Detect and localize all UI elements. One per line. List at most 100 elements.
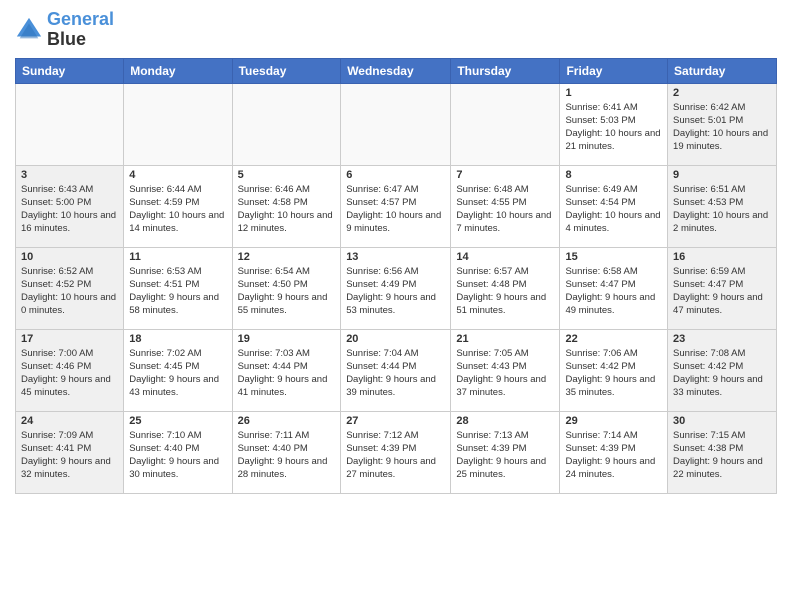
calendar-day-cell: 29 Sunrise: 7:14 AM Sunset: 4:39 PM Dayli…	[560, 411, 668, 493]
day-number: 30	[673, 415, 771, 427]
day-number: 1	[565, 87, 662, 99]
day-number: 9	[673, 169, 771, 181]
header: General Blue	[15, 10, 777, 50]
day-number: 5	[238, 169, 336, 181]
day-number: 17	[21, 333, 118, 345]
calendar-day-cell: 4 Sunrise: 6:44 AM Sunset: 4:59 PM Daylig…	[124, 165, 232, 247]
calendar-day-cell: 6 Sunrise: 6:47 AM Sunset: 4:57 PM Daylig…	[341, 165, 451, 247]
calendar-week-row: 17 Sunrise: 7:00 AM Sunset: 4:46 PM Dayli…	[16, 329, 777, 411]
calendar-day-cell: 10Sunrise: 6:52 AM Sunset: 4:52 PM Dayli…	[16, 247, 124, 329]
calendar-day-cell: 3 Sunrise: 6:43 AM Sunset: 5:00 PM Daylig…	[16, 165, 124, 247]
day-info: Sunrise: 7:14 AM Sunset: 4:39 PM Dayligh…	[565, 429, 662, 482]
main-container: General Blue SundayMondayTuesdayWednesda…	[0, 0, 792, 504]
day-info: Sunrise: 7:15 AM Sunset: 4:38 PM Dayligh…	[673, 429, 771, 482]
calendar-day-cell: 2 Sunrise: 6:42 AM Sunset: 5:01 PM Daylig…	[668, 83, 777, 165]
day-info: Sunrise: 6:54 AM Sunset: 4:50 PM Dayligh…	[238, 265, 336, 318]
day-info: Sunrise: 6:48 AM Sunset: 4:55 PM Dayligh…	[456, 183, 554, 236]
day-number: 21	[456, 333, 554, 345]
calendar-day-cell: 14Sunrise: 6:57 AM Sunset: 4:48 PM Dayli…	[451, 247, 560, 329]
day-info: Sunrise: 6:46 AM Sunset: 4:58 PM Dayligh…	[238, 183, 336, 236]
weekday-header: Thursday	[451, 58, 560, 83]
day-info: Sunrise: 7:10 AM Sunset: 4:40 PM Dayligh…	[129, 429, 226, 482]
calendar-day-cell: 5 Sunrise: 6:46 AM Sunset: 4:58 PM Daylig…	[232, 165, 341, 247]
day-number: 24	[21, 415, 118, 427]
day-info: Sunrise: 6:59 AM Sunset: 4:47 PM Dayligh…	[673, 265, 771, 318]
calendar-week-row: 3 Sunrise: 6:43 AM Sunset: 5:00 PM Daylig…	[16, 165, 777, 247]
calendar: SundayMondayTuesdayWednesdayThursdayFrid…	[15, 58, 777, 494]
day-number: 14	[456, 251, 554, 263]
day-info: Sunrise: 6:44 AM Sunset: 4:59 PM Dayligh…	[129, 183, 226, 236]
calendar-day-cell: 13 Sunrise: 6:56 AM Sunset: 4:49 PM Dayli…	[341, 247, 451, 329]
day-info: Sunrise: 7:08 AM Sunset: 4:42 PM Dayligh…	[673, 347, 771, 400]
day-number: 10	[21, 251, 118, 263]
day-info: Sunrise: 7:12 AM Sunset: 4:39 PM Dayligh…	[346, 429, 445, 482]
calendar-day-cell: 30 Sunrise: 7:15 AM Sunset: 4:38 PM Dayli…	[668, 411, 777, 493]
calendar-day-cell: 17 Sunrise: 7:00 AM Sunset: 4:46 PM Dayli…	[16, 329, 124, 411]
calendar-day-cell: 9Sunrise: 6:51 AM Sunset: 4:53 PM Daylig…	[668, 165, 777, 247]
day-number: 19	[238, 333, 336, 345]
calendar-day-cell: 19 Sunrise: 7:03 AM Sunset: 4:44 PM Dayli…	[232, 329, 341, 411]
logo-icon	[15, 16, 43, 44]
calendar-day-cell	[341, 83, 451, 165]
day-info: Sunrise: 7:09 AM Sunset: 4:41 PM Dayligh…	[21, 429, 118, 482]
day-info: Sunrise: 7:00 AM Sunset: 4:46 PM Dayligh…	[21, 347, 118, 400]
day-number: 27	[346, 415, 445, 427]
calendar-day-cell: 8 Sunrise: 6:49 AM Sunset: 4:54 PM Daylig…	[560, 165, 668, 247]
day-info: Sunrise: 7:04 AM Sunset: 4:44 PM Dayligh…	[346, 347, 445, 400]
calendar-day-cell: 22Sunrise: 7:06 AM Sunset: 4:42 PM Dayli…	[560, 329, 668, 411]
day-number: 15	[565, 251, 662, 263]
weekday-header: Sunday	[16, 58, 124, 83]
day-info: Sunrise: 6:49 AM Sunset: 4:54 PM Dayligh…	[565, 183, 662, 236]
calendar-day-cell: 20Sunrise: 7:04 AM Sunset: 4:44 PM Dayli…	[341, 329, 451, 411]
day-info: Sunrise: 6:56 AM Sunset: 4:49 PM Dayligh…	[346, 265, 445, 318]
day-info: Sunrise: 7:03 AM Sunset: 4:44 PM Dayligh…	[238, 347, 336, 400]
calendar-week-row: 1 Sunrise: 6:41 AM Sunset: 5:03 PM Daylig…	[16, 83, 777, 165]
calendar-day-cell: 7 Sunrise: 6:48 AM Sunset: 4:55 PM Daylig…	[451, 165, 560, 247]
calendar-day-cell: 25Sunrise: 7:10 AM Sunset: 4:40 PM Dayli…	[124, 411, 232, 493]
day-number: 8	[565, 169, 662, 181]
day-number: 16	[673, 251, 771, 263]
calendar-day-cell: 12 Sunrise: 6:54 AM Sunset: 4:50 PM Dayli…	[232, 247, 341, 329]
day-info: Sunrise: 6:43 AM Sunset: 5:00 PM Dayligh…	[21, 183, 118, 236]
calendar-day-cell	[16, 83, 124, 165]
calendar-day-cell: 15 Sunrise: 6:58 AM Sunset: 4:47 PM Dayli…	[560, 247, 668, 329]
day-number: 2	[673, 87, 771, 99]
day-info: Sunrise: 7:02 AM Sunset: 4:45 PM Dayligh…	[129, 347, 226, 400]
day-number: 22	[565, 333, 662, 345]
calendar-day-cell: 18Sunrise: 7:02 AM Sunset: 4:45 PM Dayli…	[124, 329, 232, 411]
day-info: Sunrise: 6:47 AM Sunset: 4:57 PM Dayligh…	[346, 183, 445, 236]
logo-text: General Blue	[47, 10, 114, 50]
weekday-header: Monday	[124, 58, 232, 83]
day-info: Sunrise: 7:13 AM Sunset: 4:39 PM Dayligh…	[456, 429, 554, 482]
day-number: 12	[238, 251, 336, 263]
calendar-day-cell: 28 Sunrise: 7:13 AM Sunset: 4:39 PM Dayli…	[451, 411, 560, 493]
calendar-day-cell: 27 Sunrise: 7:12 AM Sunset: 4:39 PM Dayli…	[341, 411, 451, 493]
day-number: 4	[129, 169, 226, 181]
calendar-week-row: 24 Sunrise: 7:09 AM Sunset: 4:41 PM Dayli…	[16, 411, 777, 493]
day-info: Sunrise: 6:53 AM Sunset: 4:51 PM Dayligh…	[129, 265, 226, 318]
day-number: 7	[456, 169, 554, 181]
day-number: 23	[673, 333, 771, 345]
day-number: 11	[129, 251, 226, 263]
day-info: Sunrise: 6:41 AM Sunset: 5:03 PM Dayligh…	[565, 101, 662, 154]
day-info: Sunrise: 7:11 AM Sunset: 4:40 PM Dayligh…	[238, 429, 336, 482]
day-number: 13	[346, 251, 445, 263]
weekday-header: Saturday	[668, 58, 777, 83]
calendar-day-cell: 1 Sunrise: 6:41 AM Sunset: 5:03 PM Daylig…	[560, 83, 668, 165]
weekday-header: Friday	[560, 58, 668, 83]
day-number: 29	[565, 415, 662, 427]
day-number: 3	[21, 169, 118, 181]
day-number: 28	[456, 415, 554, 427]
calendar-day-cell	[124, 83, 232, 165]
weekday-header: Wednesday	[341, 58, 451, 83]
calendar-day-cell: 16 Sunrise: 6:59 AM Sunset: 4:47 PM Dayli…	[668, 247, 777, 329]
day-info: Sunrise: 6:42 AM Sunset: 5:01 PM Dayligh…	[673, 101, 771, 154]
day-number: 6	[346, 169, 445, 181]
calendar-day-cell: 24 Sunrise: 7:09 AM Sunset: 4:41 PM Dayli…	[16, 411, 124, 493]
calendar-day-cell: 21Sunrise: 7:05 AM Sunset: 4:43 PM Dayli…	[451, 329, 560, 411]
day-info: Sunrise: 6:58 AM Sunset: 4:47 PM Dayligh…	[565, 265, 662, 318]
calendar-day-cell	[232, 83, 341, 165]
calendar-week-row: 10Sunrise: 6:52 AM Sunset: 4:52 PM Dayli…	[16, 247, 777, 329]
logo: General Blue	[15, 10, 114, 50]
calendar-day-cell: 23 Sunrise: 7:08 AM Sunset: 4:42 PM Dayli…	[668, 329, 777, 411]
